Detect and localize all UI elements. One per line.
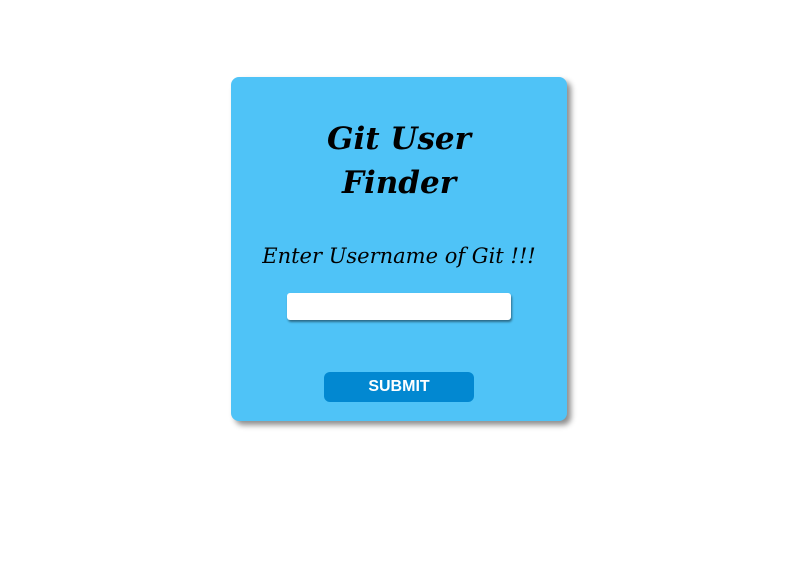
username-prompt-label: Enter Username of Git !!! (262, 244, 536, 268)
username-input[interactable] (287, 293, 511, 320)
title-line-1: Git User (327, 121, 471, 157)
submit-button[interactable]: SUBMIT (324, 372, 474, 402)
title-line-2: Finder (341, 165, 457, 201)
page-title: Git User Finder (231, 117, 567, 205)
git-user-finder-card: Git User Finder Enter Username of Git !!… (231, 77, 567, 421)
